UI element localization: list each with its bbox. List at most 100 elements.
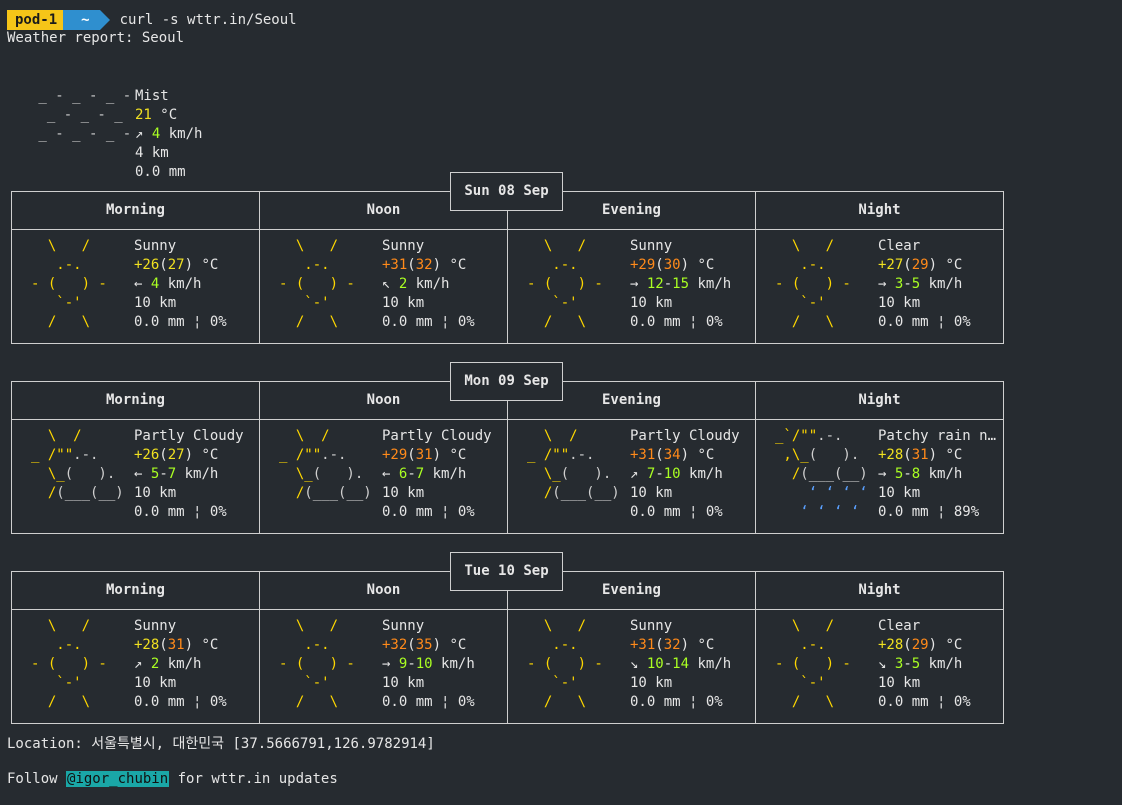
wind-min: 3 [894,276,904,292]
temp-value: +29 [630,257,656,273]
forecast-info: Sunny +31(32) °C ↘ 10-14 km/h 10 km 0.0 m… [630,617,752,712]
condition-text: Sunny [630,618,673,634]
precipitation: 0.0 mm ¦ 0% [630,504,723,520]
condition-text: Clear [878,238,921,254]
wind-max: 15 [672,276,690,292]
temp-unit: °C [945,637,963,653]
condition-text: Patchy rain ne… [878,428,1000,444]
current-visibility: 4 km [135,145,169,161]
forecast-info: Sunny +28(31) °C ↗ 2 km/h 10 km 0.0 mm ¦ … [134,617,256,712]
visibility: 10 km [134,295,177,311]
forecast-info: Clear +28(29) °C ↘ 3-5 km/h 10 km 0.0 mm … [878,617,1000,712]
wind-direction: ← [134,276,143,292]
wind-direction: → [878,276,887,292]
weather-icon: \ / .-. - ( ) - `-' / \ [31,238,107,330]
feels-like-value: 32 [663,637,681,653]
visibility: 10 km [134,675,177,691]
temp-unit: °C [449,257,467,273]
wind-direction: → [382,656,391,672]
feels-like-value: 31 [415,447,433,463]
forecast-info: Partly Cloudy +29(31) °C ← 6-7 km/h 10 km… [382,427,504,522]
wind-direction: ↘ [878,656,887,672]
precipitation: 0.0 mm ¦ 0% [134,314,227,330]
temp-value: +27 [878,257,904,273]
temp-value: +31 [630,637,656,653]
feels-like-value: 35 [415,637,433,653]
feels-like-value: 34 [663,447,681,463]
visibility: 10 km [878,675,921,691]
forecast-cell: \ / .-. - ( ) - `-' / \ Sunny +28(31) °C ↗… [11,609,258,710]
wind-min: 5 [894,466,904,482]
current-precip: 0.0 mm [135,164,186,180]
current-wind-dir: ↗ [135,126,144,142]
follow-line: Follow @igor_chubin for wttr.in updates [7,771,338,787]
current-temp-unit: °C [160,107,178,123]
forecast-info: Sunny +29(30) °C → 12-15 km/h 10 km 0.0 m… [630,237,752,332]
precipitation: 0.0 mm ¦ 0% [134,504,227,520]
wind-direction: ← [134,466,143,482]
location-line: Location: 서울특별시, 대한민국 [37.5666791,126.97… [7,736,435,752]
wind-max: 5 [911,656,921,672]
period-header: Morning [105,392,165,408]
period-header: Morning [105,202,165,218]
forecast-info: Sunny +31(32) °C ↖ 2 km/h 10 km 0.0 mm ¦ … [382,237,504,332]
weather-icon: \ / .-. - ( ) - `-' / \ [279,238,355,330]
wind-min: 12 [646,276,664,292]
condition-text: Sunny [382,618,425,634]
forecast-cell: \ / .-. - ( ) - `-' / \ Sunny +32(35) °C →… [259,609,506,710]
current-wind-unit: km/h [168,126,203,142]
temp-value: +28 [134,637,160,653]
precipitation: 0.0 mm ¦ 0% [878,694,971,710]
forecast-info: Sunny +32(35) °C → 9-10 km/h 10 km 0.0 mm… [382,617,504,712]
wind-min: 3 [894,656,904,672]
forecast-cell: \ / .-. - ( ) - `-' / \ Sunny +31(32) °C ↘… [507,609,754,710]
period-header: Morning [105,582,165,598]
feels-like-value: 32 [415,257,433,273]
condition-text: Sunny [134,618,177,634]
temp-unit: °C [449,637,467,653]
wind-direction: ↖ [382,276,391,292]
temp-value: +26 [134,447,160,463]
condition-text: Partly Cloudy [630,428,740,444]
command-text[interactable]: curl -s wttr.in/Seoul [120,12,297,28]
visibility: 10 km [878,485,921,501]
forecast-cell: _`/"".-. ,\_( ). /(___(__) ‘ ‘ ‘ ‘ ‘ ‘ ‘… [755,419,1002,520]
wind-direction: ↗ [134,656,143,672]
temp-value: +26 [134,257,160,273]
precipitation: 0.0 mm ¦ 0% [878,314,971,330]
visibility: 10 km [382,675,425,691]
current-temp: 21 [135,107,152,123]
precipitation: 0.0 mm ¦ 0% [382,314,475,330]
temp-value: +31 [630,447,656,463]
weather-icon: \ / .-. - ( ) - `-' / \ [527,618,603,710]
temp-value: +29 [382,447,408,463]
forecast-cell: \ / .-. - ( ) - `-' / \ Clear +27(29) °C →… [755,229,1002,330]
shell-prompt: pod-1 ~ curl -s wttr.in/Seoul [7,10,297,30]
day-date: Sun 08 Sep [450,172,563,211]
visibility: 10 km [382,295,425,311]
forecast-cell: \ / .-. - ( ) - `-' / \ Sunny +26(27) °C ←… [11,229,258,330]
twitter-handle-link[interactable]: @igor_chubin [66,771,170,787]
temp-value: +31 [382,257,408,273]
follow-suffix: for wttr.in updates [169,771,338,787]
current-wind: 4 [151,126,161,142]
forecast-cell: \ / _ /"".-. \_( ). /(___(__) Partly Clou… [259,419,506,520]
feels-like-value: 29 [911,257,929,273]
report-title: Weather report: Seoul [7,30,185,46]
feels-like-value: 29 [911,637,929,653]
visibility: 10 km [134,485,177,501]
visibility: 10 km [630,485,673,501]
forecast-cell: \ / .-. - ( ) - `-' / \ Clear +28(29) °C ↘… [755,609,1002,710]
wind-min: 7 [646,466,656,482]
visibility: 10 km [630,675,673,691]
condition-text: Sunny [134,238,177,254]
visibility: 10 km [382,485,425,501]
feels-like-value: 27 [167,447,185,463]
wind-max: 10 [663,466,681,482]
day-date: Tue 10 Sep [450,552,563,591]
period-header: Night [858,582,901,598]
temp-unit: °C [697,447,715,463]
forecast-cell: \ / _ /"".-. \_( ). /(___(__) Partly Clou… [507,419,754,520]
day-date: Mon 09 Sep [450,362,563,401]
temp-unit: °C [945,447,963,463]
